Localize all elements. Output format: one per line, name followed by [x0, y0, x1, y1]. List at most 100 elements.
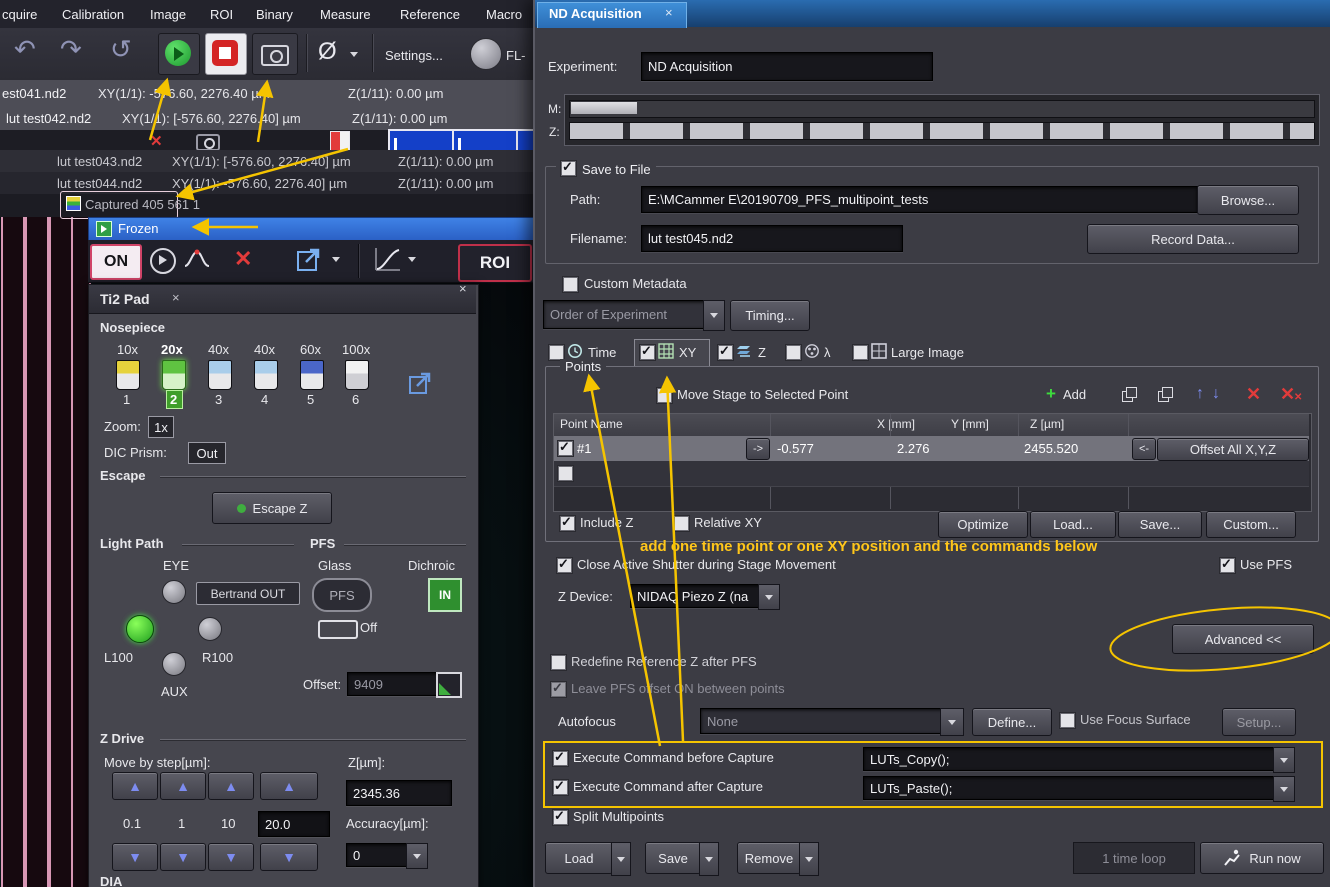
live-play-icon[interactable]: [150, 248, 176, 274]
dic-prism-value-box[interactable]: Out: [188, 442, 226, 464]
tab-large-image-checkbox[interactable]: [853, 345, 868, 360]
z-step-up-button[interactable]: ▲: [208, 772, 254, 800]
include-z-checkbox[interactable]: [560, 516, 575, 531]
ti2-panel-close-icon[interactable]: ×: [459, 281, 467, 296]
ti2-tab-close-icon[interactable]: ×: [172, 290, 180, 305]
move-point-up-icon[interactable]: ↑: [1196, 385, 1204, 403]
step-value-field[interactable]: 20.0: [258, 811, 330, 837]
move-to-point-button[interactable]: ->: [746, 438, 770, 460]
optimize-button[interactable]: Optimize: [938, 511, 1028, 538]
objective-icon-2[interactable]: [162, 360, 186, 390]
footer-save-dropdown[interactable]: [699, 842, 719, 876]
points-custom-button[interactable]: Custom...: [1206, 511, 1296, 538]
move-stage-checkbox[interactable]: [657, 388, 672, 403]
path-field[interactable]: E:\MCammer E\20190709_PFS_multipoint_tes…: [641, 186, 1198, 213]
objective-icon-5[interactable]: [300, 360, 324, 390]
aux-port-button[interactable]: [162, 652, 186, 676]
order-dropdown-button[interactable]: [703, 300, 725, 331]
tab-z-label[interactable]: Z: [758, 345, 766, 360]
eye-port-button[interactable]: [162, 580, 186, 604]
dichroic-in-button[interactable]: IN: [428, 578, 462, 612]
z-position-field[interactable]: 2345.36: [346, 780, 452, 806]
get-current-position-button[interactable]: <-: [1132, 438, 1156, 460]
menu-item-roi[interactable]: ROI: [210, 7, 233, 22]
footer-remove-button[interactable]: Remove: [737, 842, 801, 874]
lut-curve-icon[interactable]: [374, 246, 402, 272]
fl-filter-icon[interactable]: [470, 38, 502, 70]
filename-field[interactable]: lut test045.nd2: [641, 225, 903, 252]
z-step-up-button[interactable]: ▲: [260, 772, 318, 800]
stop-button[interactable]: [205, 33, 247, 75]
tab-xy-label[interactable]: XY: [679, 345, 696, 360]
move-point-down-icon[interactable]: ↓: [1212, 385, 1220, 403]
nosepiece-export-icon[interactable]: [408, 372, 432, 396]
pfs-button[interactable]: PFS: [312, 578, 372, 612]
lut-widget-icon[interactable]: [330, 131, 350, 151]
z-step-down-button[interactable]: ▼: [160, 843, 206, 871]
z-device-dropdown[interactable]: NIDAQ Piezo Z (na: [630, 584, 772, 608]
experiment-field[interactable]: ND Acquisition: [641, 52, 933, 81]
setup-button[interactable]: Setup...: [1222, 708, 1296, 736]
objective-icon-3[interactable]: [208, 360, 232, 390]
browse-button[interactable]: Browse...: [1197, 185, 1299, 215]
col-y[interactable]: Y [mm]: [951, 417, 989, 431]
camera-small-icon[interactable]: [196, 134, 220, 151]
tab-lambda-label[interactable]: λ: [824, 345, 831, 360]
menu-item-macro[interactable]: Macro: [486, 7, 522, 22]
lut-dropdown-icon[interactable]: [408, 257, 416, 262]
run-now-button[interactable]: Run now: [1200, 842, 1324, 874]
table-row-empty[interactable]: [554, 461, 1309, 487]
relative-xy-checkbox[interactable]: [674, 516, 689, 531]
tab-time-checkbox[interactable]: [549, 345, 564, 360]
delete-all-points-icon[interactable]: ✕: [1280, 384, 1295, 405]
objective-icon-1[interactable]: [116, 360, 140, 390]
new-point-checkbox[interactable]: [558, 466, 573, 481]
tab-xy-checkbox[interactable]: [640, 345, 655, 360]
menu-item-measure[interactable]: Measure: [320, 7, 371, 22]
tab-z-checkbox[interactable]: [718, 345, 733, 360]
exec-before-combo[interactable]: LUTs_Copy();: [863, 747, 1285, 771]
image-tab-strip[interactable]: [49, 174, 73, 887]
undo-history-icon[interactable]: ↺: [110, 34, 132, 65]
advanced-button[interactable]: Advanced <<: [1172, 624, 1314, 654]
r100-port-button[interactable]: [198, 617, 222, 641]
bertrand-lens-button[interactable]: Bertrand OUT: [196, 582, 300, 605]
z-step-down-button[interactable]: ▼: [260, 843, 318, 871]
points-load-button[interactable]: Load...: [1030, 511, 1116, 538]
accuracy-dropdown-button[interactable]: [406, 843, 428, 869]
copy-points-icon[interactable]: [1122, 387, 1137, 402]
footer-load-dropdown[interactable]: [611, 842, 631, 876]
tab-time-label[interactable]: Time: [588, 345, 616, 360]
footer-load-button[interactable]: Load: [545, 842, 613, 874]
pfs-offset-field[interactable]: 9409: [347, 672, 443, 696]
shutter-icon[interactable]: Ø: [318, 38, 337, 66]
custom-metadata-checkbox[interactable]: [563, 277, 578, 292]
undo-icon[interactable]: ↶: [14, 34, 36, 65]
on-button[interactable]: ON: [90, 244, 142, 280]
objective-icon-4[interactable]: [254, 360, 278, 390]
exec-before-dropdown-button[interactable]: [1273, 747, 1295, 773]
close-shutter-checkbox[interactable]: [557, 558, 572, 573]
add-point-label[interactable]: Add: [1063, 387, 1086, 402]
z-step-up-button[interactable]: ▲: [112, 772, 158, 800]
objective-icon-6[interactable]: [345, 360, 369, 390]
waveform-icon[interactable]: [184, 248, 214, 270]
points-save-button[interactable]: Save...: [1118, 511, 1202, 538]
capture-button[interactable]: [252, 33, 298, 75]
roi-button[interactable]: ROI: [458, 244, 532, 282]
add-point-icon[interactable]: +: [1046, 384, 1056, 404]
z-step-down-button[interactable]: ▼: [112, 843, 158, 871]
exec-after-checkbox[interactable]: [553, 780, 568, 795]
l100-port-button[interactable]: [126, 615, 154, 643]
z-step-down-button[interactable]: ▼: [208, 843, 254, 871]
footer-save-button[interactable]: Save: [645, 842, 701, 874]
autofocus-dropdown-button[interactable]: [940, 708, 964, 736]
paste-points-icon[interactable]: [1158, 387, 1173, 402]
z-device-dropdown-button[interactable]: [758, 584, 780, 610]
col-z[interactable]: Z [µm]: [1030, 417, 1064, 431]
escape-z-button[interactable]: Escape Z: [212, 492, 332, 524]
clear-measure-icon[interactable]: ✕: [234, 246, 252, 272]
tab-large-image-label[interactable]: Large Image: [891, 345, 964, 360]
menu-item-calibration[interactable]: Calibration: [62, 7, 124, 22]
redo-icon[interactable]: ↷: [60, 34, 82, 65]
